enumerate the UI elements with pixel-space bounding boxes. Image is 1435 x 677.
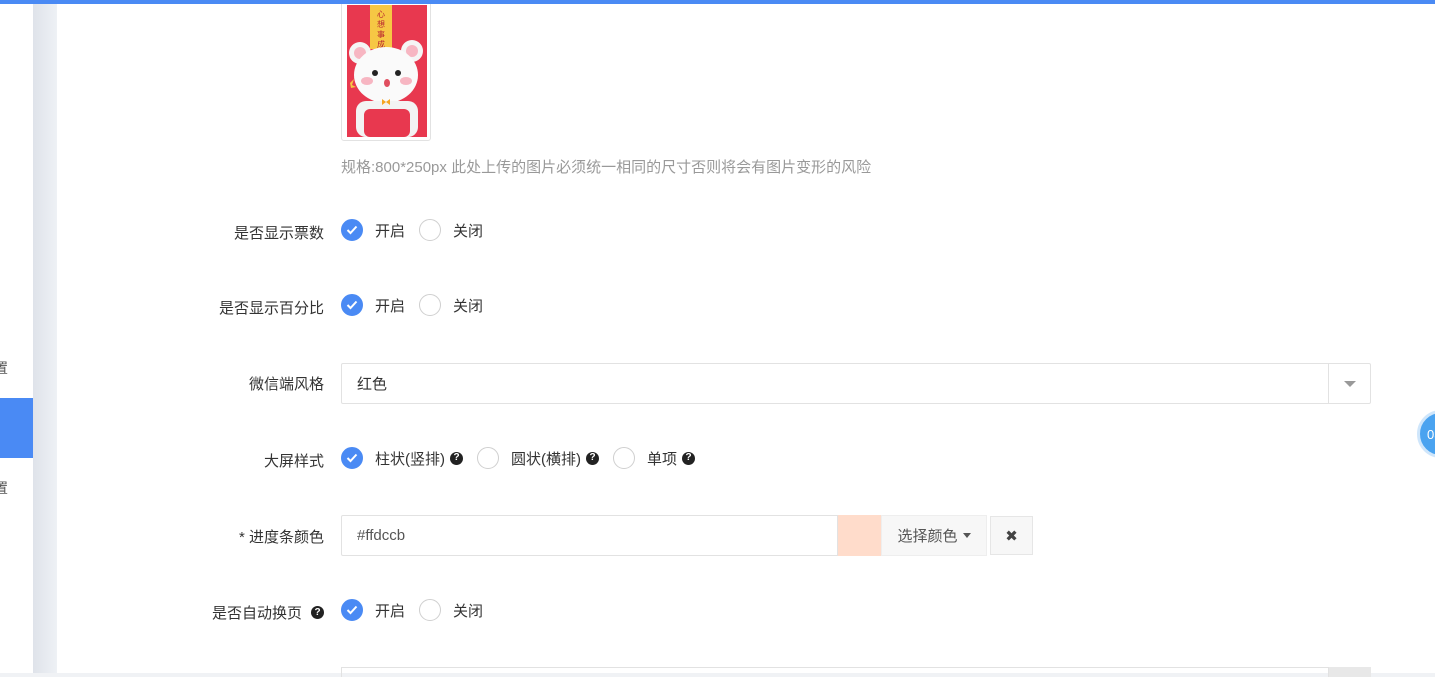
- show-votes-off-radio[interactable]: 关闭: [419, 219, 483, 241]
- show-votes-on-radio[interactable]: 开启: [341, 219, 405, 241]
- radio-circle: [419, 599, 442, 621]
- sidebar-shadow: [33, 0, 57, 673]
- color-swatch: [838, 515, 881, 556]
- screen-style-column-radio[interactable]: 柱状(竖排) ?: [341, 447, 463, 469]
- radio-label: 关闭: [453, 602, 484, 620]
- help-icon[interactable]: ?: [682, 451, 696, 465]
- auto-page-label: 是否自动换页 ?: [212, 602, 324, 623]
- wechat-style-label: 微信端风格: [249, 373, 324, 394]
- svg-text:事: 事: [377, 29, 385, 39]
- svg-text:心: 心: [377, 10, 385, 19]
- pick-color-button[interactable]: 选择颜色: [881, 515, 987, 556]
- settings-form: 心 想 事 成 规格:800*250px 此处上传的图片必须统一相同的尺寸否则将…: [57, 0, 1435, 677]
- uploaded-image-thumbnail[interactable]: 心 想 事 成: [341, 0, 431, 141]
- caret-down-icon: [962, 533, 971, 538]
- show-percent-on-radio[interactable]: 开启: [341, 294, 405, 316]
- auto-page-radio-group: 开启 关闭: [341, 599, 497, 621]
- screen-style-label-text: 大屏样式: [263, 453, 324, 470]
- radio-label: 关闭: [453, 222, 484, 240]
- radio-circle: [419, 294, 442, 316]
- help-icon[interactable]: ?: [586, 451, 599, 465]
- next-field-button[interactable]: [1329, 667, 1371, 677]
- sidebar-item-active[interactable]: [0, 398, 33, 458]
- screen-style-circle-radio[interactable]: 圆状(横排) ?: [477, 447, 599, 469]
- screen-style-label: 大屏样式: [264, 450, 324, 471]
- pick-color-label: 选择颜色: [897, 528, 958, 545]
- close-icon: ✖: [1005, 527, 1018, 545]
- check-icon: [341, 294, 363, 316]
- radio-label: 关闭: [453, 297, 484, 315]
- help-icon[interactable]: ?: [311, 606, 324, 619]
- radio-label: 开启: [375, 602, 406, 620]
- radio-label: 圆状(横排): [511, 450, 581, 468]
- radio-label: 开启: [375, 297, 406, 315]
- check-icon: [341, 599, 363, 621]
- progress-color-label: * 进度条颜色: [239, 526, 324, 547]
- radio-circle: [477, 447, 499, 469]
- radio-label: 柱状(竖排): [375, 450, 445, 468]
- radio-circle: [419, 219, 442, 241]
- auto-page-label-text: 是否自动换页: [211, 605, 302, 622]
- sidebar: 置 置: [0, 0, 33, 673]
- show-percent-radio-group: 开启 关闭: [341, 294, 497, 316]
- sidebar-item-label[interactable]: 置: [0, 478, 8, 498]
- check-icon: [341, 447, 363, 469]
- chevron-down-icon[interactable]: [1328, 364, 1370, 403]
- auto-page-off-radio[interactable]: 关闭: [419, 599, 483, 621]
- image-spec-hint: 规格:800*250px 此处上传的图片必须统一相同的尺寸否则将会有图片变形的风…: [341, 159, 872, 176]
- check-icon: [341, 219, 363, 241]
- mouse-mascot-image: 心 想 事 成: [347, 5, 427, 137]
- show-percent-label: 是否显示百分比: [219, 297, 324, 318]
- next-field-input[interactable]: [341, 667, 1329, 677]
- radio-label: 开启: [375, 222, 406, 240]
- wechat-style-select[interactable]: 红色: [341, 363, 1371, 404]
- sidebar-item-label[interactable]: 置: [0, 358, 8, 378]
- progress-color-input[interactable]: [341, 515, 838, 556]
- show-votes-label-text: 是否显示票数: [233, 225, 324, 242]
- screen-style-radio-group: 柱状(竖排) ? 圆状(横排) ? 单项 ?: [341, 447, 709, 469]
- floating-badge-text: 03: [1427, 426, 1435, 442]
- show-votes-radio-group: 开启 关闭: [341, 219, 497, 241]
- wechat-style-label-text: 微信端风格: [248, 376, 324, 393]
- screen-style-single-radio[interactable]: 单项 ?: [613, 447, 696, 469]
- auto-page-on-radio[interactable]: 开启: [341, 599, 405, 621]
- svg-text:想: 想: [377, 19, 385, 29]
- show-percent-off-radio[interactable]: 关闭: [419, 294, 483, 316]
- show-percent-label-text: 是否显示百分比: [218, 300, 324, 317]
- help-icon[interactable]: ?: [450, 451, 463, 465]
- select-value: 红色: [357, 376, 388, 393]
- top-accent-bar: [0, 0, 1435, 4]
- progress-color-label-text: * 进度条颜色: [238, 529, 324, 546]
- radio-circle: [613, 447, 635, 469]
- show-votes-label: 是否显示票数: [234, 222, 324, 243]
- radio-label: 单项: [647, 450, 678, 468]
- clear-color-button[interactable]: ✖: [990, 516, 1033, 555]
